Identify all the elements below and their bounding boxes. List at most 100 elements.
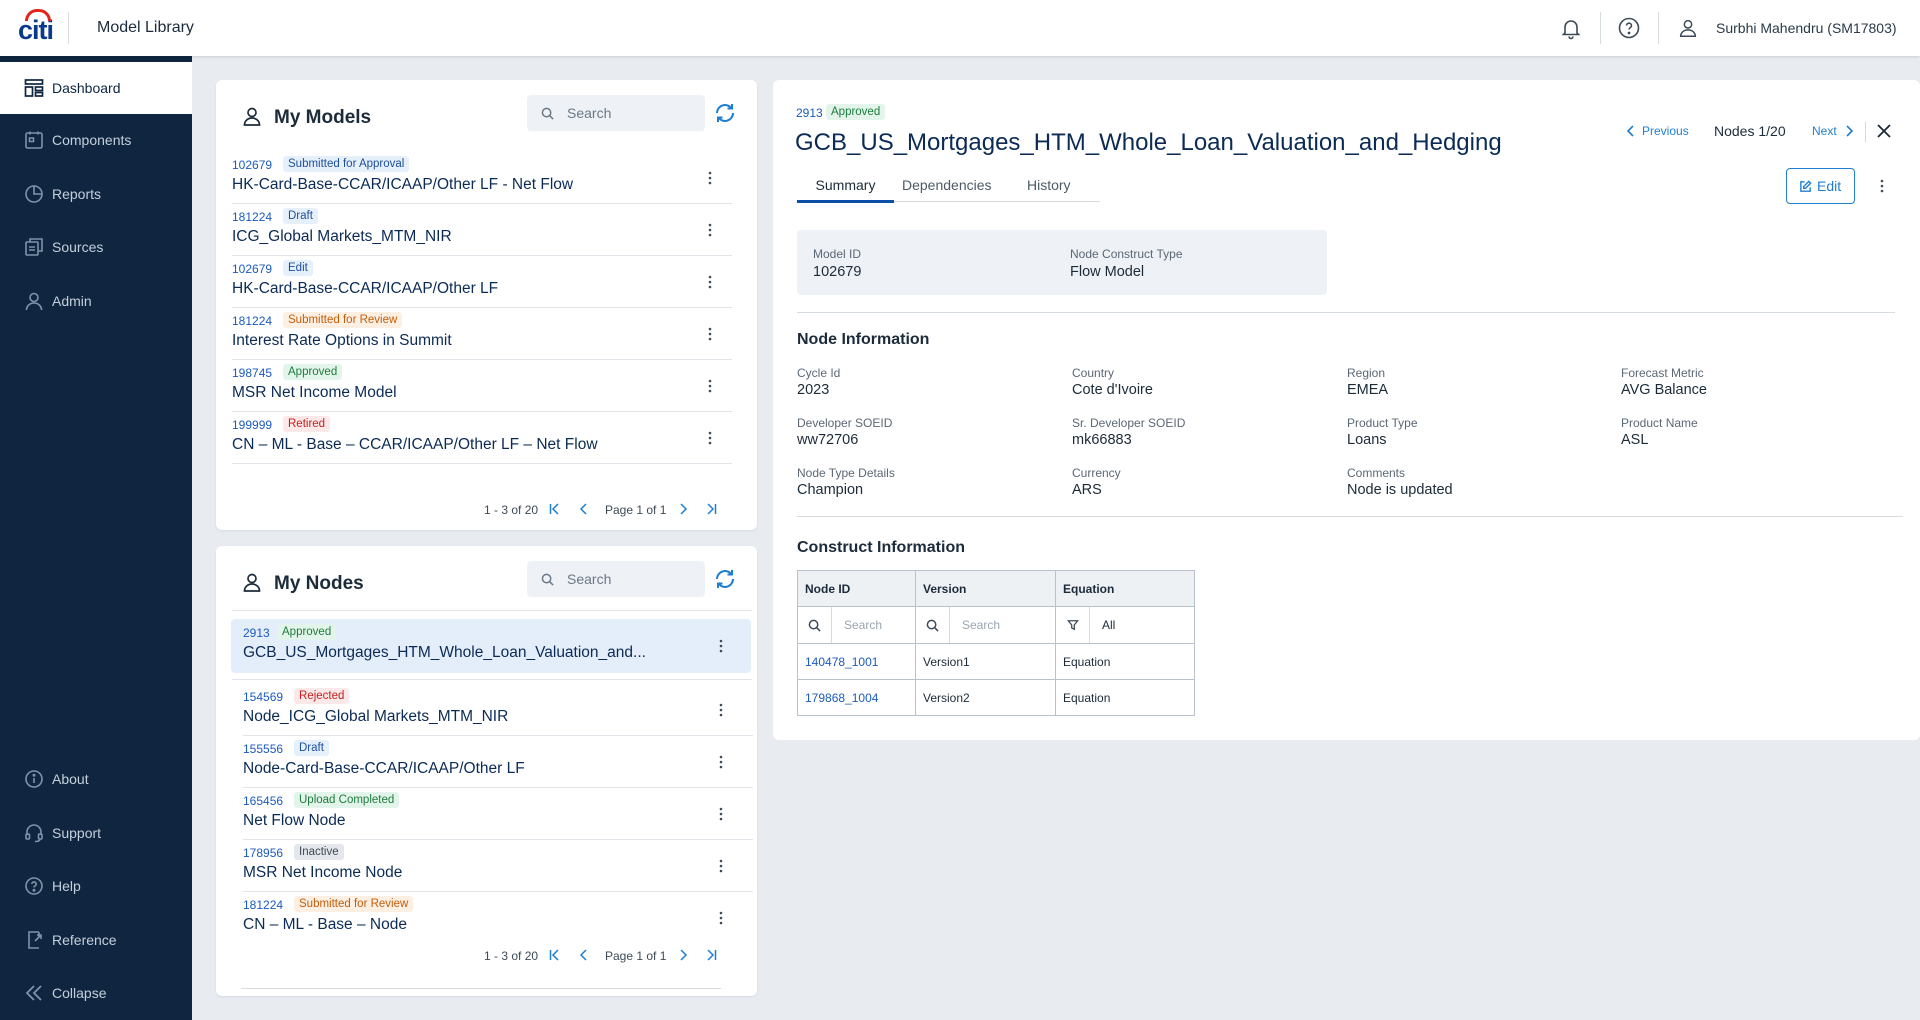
more-vertical-icon[interactable] [702,222,718,238]
nodes-search-input[interactable]: Search [527,561,705,597]
equation-filter-cell[interactable]: All [1055,606,1195,644]
list-item[interactable]: 165456 Upload Completed Net Flow Node [243,788,753,840]
sr-developer-soeid-label: Sr. Developer SOEID [1072,416,1186,430]
construct-info-title: Construct Information [797,539,965,556]
more-vertical-icon[interactable] [713,858,729,874]
more-vertical-icon[interactable] [713,910,729,926]
first-page-icon[interactable] [548,502,562,516]
search-icon [541,107,554,120]
chevron-left-icon[interactable] [1624,124,1638,138]
tab-summary[interactable]: Summary [797,177,894,203]
status-badge: Rejected [294,688,350,704]
sidebar-item-dashboard[interactable]: Dashboard [0,62,192,114]
models-search-input[interactable]: Search [527,95,705,131]
equation-cell: Equation [1055,643,1195,680]
help-circle-icon[interactable] [1617,16,1641,40]
list-item[interactable]: 154569 Rejected Node_ICG_Global Markets_… [243,684,753,736]
sidebar-item-admin[interactable]: Admin [0,276,192,326]
version-search-input[interactable]: Search [950,618,1000,632]
node-id-link[interactable]: 179868_1004 [797,679,916,716]
first-page-icon[interactable] [548,948,562,962]
sidebar-item-help[interactable]: Help [0,861,192,911]
sidebar-item-support[interactable]: Support [0,808,192,858]
tab-dependencies[interactable]: Dependencies [902,177,992,193]
node-id-search-input[interactable]: Search [832,618,882,632]
chevron-right-icon[interactable] [1842,124,1856,138]
list-item[interactable]: 181224 Draft ICG_Global Markets_MTM_NIR [232,204,732,256]
node-id-filter-cell[interactable]: Search [797,606,916,644]
sidebar-item-sources[interactable]: Sources [0,222,192,272]
list-item-selected[interactable]: 2913 Approved GCB_US_Mortgages_HTM_Whole… [243,620,743,672]
divider [1658,12,1659,44]
models-pager: 1 - 3 of 20 Page 1 of 1 [484,500,724,520]
my-nodes-title: My Nodes [274,573,364,594]
tab-history[interactable]: History [1027,177,1071,193]
more-vertical-icon[interactable] [1874,178,1890,194]
refresh-icon[interactable] [713,567,737,591]
bell-icon[interactable] [1559,16,1583,40]
column-header-version[interactable]: Version [915,570,1056,607]
edit-icon [1799,180,1812,193]
more-vertical-icon[interactable] [702,326,718,342]
product-type-label: Product Type [1347,416,1418,430]
comments-value: Node is updated [1347,482,1453,498]
sidebar-item-collapse[interactable]: Collapse [0,968,192,1018]
list-item[interactable]: 102679 Edit HK-Card-Base-CCAR/ICAAP/Othe… [232,256,732,308]
more-vertical-icon[interactable] [702,430,718,446]
last-page-icon[interactable] [704,502,718,516]
sources-icon [24,237,44,257]
list-item[interactable]: 198745 Approved MSR Net Income Model [232,360,732,412]
components-icon [24,130,44,150]
sidebar-item-about[interactable]: About [0,754,192,804]
status-badge: Draft [283,208,318,224]
sidebar: Dashboard Components Reports Sources Adm… [0,56,192,1020]
cycle-id-label: Cycle Id [797,366,841,380]
status-badge: Approved [283,364,343,380]
sidebar-item-components[interactable]: Components [0,115,192,165]
previous-page-icon[interactable] [577,948,591,962]
more-vertical-icon[interactable] [713,754,729,770]
more-vertical-icon[interactable] [702,274,718,290]
sidebar-item-reference[interactable]: Reference [0,915,192,965]
list-item[interactable]: 178956 Inactive MSR Net Income Node [243,840,753,892]
help-icon [24,876,44,896]
more-vertical-icon[interactable] [702,170,718,186]
next-link[interactable]: Next [1812,124,1837,138]
list-item[interactable]: 102679 Submitted for Approval HK-Card-Ba… [232,152,732,204]
equation-filter-select[interactable]: All [1090,618,1115,632]
search-icon [541,573,554,586]
list-item[interactable]: 155556 Draft Node-Card-Base-CCAR/ICAAP/O… [243,736,753,788]
close-icon[interactable] [1876,123,1892,139]
list-item[interactable]: 181224 Submitted for Review CN – ML - Ba… [243,892,753,944]
version-filter-cell[interactable]: Search [915,606,1056,644]
version-cell: Version1 [915,643,1056,680]
column-header-equation[interactable]: Equation [1055,570,1195,607]
citi-logo[interactable]: citi [18,9,54,46]
user-icon [242,106,262,126]
forecast-metric-value: AVG Balance [1621,382,1707,398]
top-bar: citi Model Library Surbhi Mahendru (SM17… [0,0,1920,56]
next-page-icon[interactable] [676,502,690,516]
last-page-icon[interactable] [704,948,718,962]
list-item[interactable]: 199999 Retired CN – ML - Base – CCAR/ICA… [232,412,732,464]
construct-type-label: Node Construct Type [1070,247,1183,261]
table-row: 179868_1004 Version2 Equation [797,679,1195,716]
refresh-icon[interactable] [713,101,737,125]
previous-link[interactable]: Previous [1642,124,1689,138]
more-vertical-icon[interactable] [713,702,729,718]
column-header-node-id[interactable]: Node ID [797,570,916,607]
construct-type-value: Flow Model [1070,264,1145,280]
previous-page-icon[interactable] [577,502,591,516]
region-label: Region [1347,366,1386,380]
more-vertical-icon[interactable] [713,806,729,822]
user-icon[interactable] [1677,17,1701,41]
node-id-link[interactable]: 140478_1001 [797,643,916,680]
user-name[interactable]: Surbhi Mahendru (SM17803) [1716,20,1897,36]
more-vertical-icon[interactable] [702,378,718,394]
list-item[interactable]: 181224 Submitted for Review Interest Rat… [232,308,732,360]
more-vertical-icon[interactable] [713,638,729,654]
sidebar-item-reports[interactable]: Reports [0,169,192,219]
next-page-icon[interactable] [676,948,690,962]
status-badge: Submitted for Review [294,896,414,912]
edit-button[interactable]: Edit [1786,168,1855,204]
